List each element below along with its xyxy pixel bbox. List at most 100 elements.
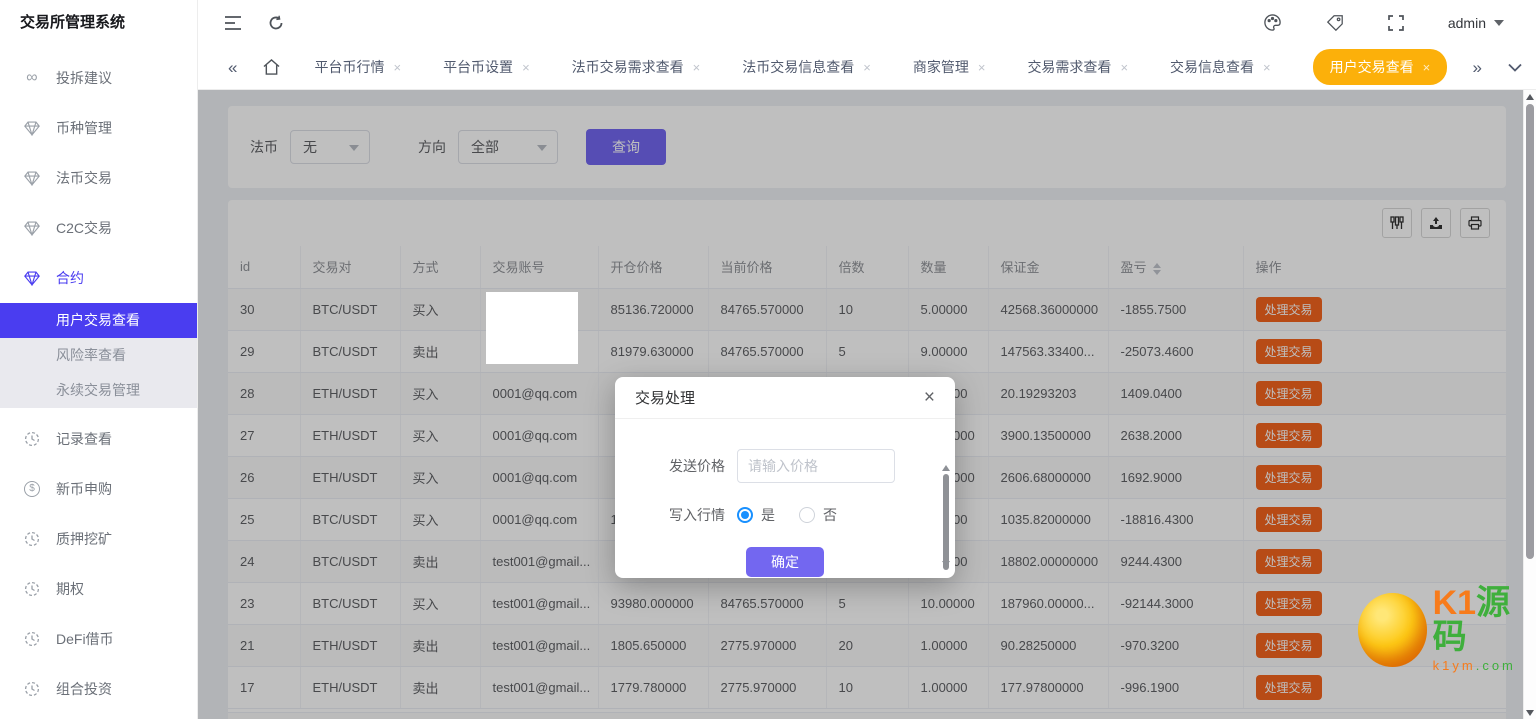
tab-label: 平台币设置 — [443, 57, 513, 77]
user-menu[interactable]: admin — [1448, 15, 1504, 31]
tab-item[interactable]: 平台币行情 × — [314, 57, 401, 77]
collapse-sidebar-icon[interactable] — [224, 16, 242, 30]
tab-label: 平台币行情 — [314, 57, 384, 77]
main-content: 法币 无 方向 全部 查询 — [198, 90, 1536, 719]
gem-icon — [22, 171, 42, 186]
sidebar-item-c2c-trade[interactable]: C2C交易 — [0, 203, 197, 253]
write-quote-label: 写入行情 — [615, 505, 737, 525]
tab-item[interactable]: 商家管理 × — [913, 57, 986, 77]
tab-item[interactable]: 法币交易信息查看 × — [742, 57, 871, 77]
radio-yes[interactable]: 是 — [737, 505, 775, 525]
infinity-icon: ∞ — [22, 69, 42, 87]
radio-no[interactable]: 否 — [799, 505, 837, 525]
sidebar-item-label: 质押挖矿 — [56, 529, 112, 549]
trade-process-dialog: 交易处理 × 发送价格 写入行情 是 否 — [615, 377, 955, 578]
scroll-down-icon[interactable] — [942, 561, 950, 567]
tabs-menu-chevron-icon[interactable] — [1508, 63, 1522, 72]
top-header: admin — [198, 0, 1536, 45]
scroll-up-icon[interactable] — [942, 465, 950, 471]
history-icon — [22, 631, 42, 647]
close-icon[interactable]: × — [1263, 60, 1271, 75]
sidebar-item-label: 合约 — [56, 268, 84, 288]
sidebar-item-complaints[interactable]: ∞ 投拆建议 — [0, 53, 197, 103]
sidebar-item-user-trade-view[interactable]: 用户交易查看 — [0, 303, 197, 338]
close-icon[interactable]: × — [1423, 60, 1431, 75]
app-title: 交易所管理系统 — [0, 0, 197, 45]
sidebar-item-label: C2C交易 — [56, 218, 112, 238]
tab-item[interactable]: 交易需求查看 × — [1027, 57, 1128, 77]
radio-no-label: 否 — [823, 505, 837, 525]
sidebar-item-label: 期权 — [56, 579, 84, 599]
tab-label: 商家管理 — [913, 57, 969, 77]
sidebar: 交易所管理系统 ∞ 投拆建议 币种管理 法币交易 C2C交易 — [0, 0, 198, 719]
sidebar-item-contract[interactable]: 合约 — [0, 253, 197, 303]
send-price-label: 发送价格 — [615, 456, 737, 476]
refresh-icon[interactable] — [268, 15, 284, 31]
sidebar-item-options[interactable]: 期权 — [0, 564, 197, 614]
dialog-scrollbar[interactable] — [942, 465, 950, 567]
close-icon[interactable]: × — [924, 388, 935, 407]
page-scrollbar[interactable] — [1523, 90, 1536, 719]
home-icon[interactable] — [263, 59, 280, 75]
sidebar-item-new-coin[interactable]: $ 新币申购 — [0, 464, 197, 514]
sidebar-item-records[interactable]: 记录查看 — [0, 414, 197, 464]
theme-palette-icon[interactable] — [1263, 13, 1282, 32]
radio-unselected-icon — [799, 507, 815, 523]
scroll-up-icon[interactable] — [1526, 94, 1534, 100]
tab-label: 交易信息查看 — [1170, 57, 1254, 77]
sidebar-item-fiat-trade[interactable]: 法币交易 — [0, 153, 197, 203]
tab-item[interactable]: 法币交易需求查看 × — [572, 57, 701, 77]
scrollbar-thumb[interactable] — [1526, 104, 1534, 559]
history-icon — [22, 431, 42, 447]
watermark-domain: k1ym.com — [1433, 658, 1536, 673]
contract-submenu: 用户交易查看 风险率查看 永续交易管理 — [0, 303, 197, 408]
chevron-down-icon — [1494, 20, 1504, 26]
dialog-title: 交易处理 — [635, 387, 695, 408]
watermark: K1源码 k1ym.com — [1358, 586, 1536, 673]
tab-label: 法币交易需求查看 — [572, 57, 684, 77]
sidebar-item-label: 法币交易 — [56, 168, 112, 188]
close-icon[interactable]: × — [1120, 60, 1128, 75]
tag-icon[interactable] — [1326, 14, 1344, 32]
dialog-body: 发送价格 写入行情 是 否 确定 — [615, 419, 955, 577]
history-icon — [22, 531, 42, 547]
close-icon[interactable]: × — [693, 60, 701, 75]
tab-item[interactable]: 交易信息查看 × — [1170, 57, 1271, 77]
sidebar-item-label: 币种管理 — [56, 118, 112, 138]
sidebar-item-risk-rate-view[interactable]: 风险率查看 — [0, 338, 197, 373]
dialog-header: 交易处理 × — [615, 377, 955, 419]
confirm-button[interactable]: 确定 — [746, 547, 824, 577]
username: admin — [1448, 15, 1486, 31]
gem-icon — [22, 221, 42, 236]
sidebar-item-portfolio[interactable]: 组合投资 — [0, 664, 197, 714]
sidebar-item-staking[interactable]: 质押挖矿 — [0, 514, 197, 564]
tab-item[interactable]: 用户交易查看 × — [1313, 49, 1448, 85]
gem-icon — [22, 121, 42, 136]
tab-label: 交易需求查看 — [1027, 57, 1111, 77]
close-icon[interactable]: × — [978, 60, 986, 75]
scrollbar-thumb[interactable] — [943, 474, 949, 570]
tabs-scroll-left-icon[interactable]: « — [228, 59, 237, 76]
fullscreen-icon[interactable] — [1388, 15, 1404, 31]
tab-item[interactable]: 平台币设置 × — [443, 57, 530, 77]
tab-bar: « 平台币行情 × 平台币设置 × 法币交易需求查看 × 法币交易信息查看 × … — [198, 45, 1536, 90]
history-icon — [22, 681, 42, 697]
watermark-logo-icon — [1358, 593, 1427, 667]
sidebar-item-perpetual-management[interactable]: 永续交易管理 — [0, 373, 197, 408]
tabs-scroll-right-icon[interactable]: » — [1473, 59, 1482, 76]
sidebar-item-label: 新币申购 — [56, 479, 112, 499]
close-icon[interactable]: × — [863, 60, 871, 75]
sidebar-item-label: 记录查看 — [56, 429, 112, 449]
watermark-brand: K1源码 — [1433, 586, 1536, 654]
radio-selected-icon — [737, 507, 753, 523]
scroll-down-icon[interactable] — [1526, 710, 1534, 716]
sidebar-item-label: DeFi借币 — [56, 629, 114, 649]
close-icon[interactable]: × — [522, 60, 530, 75]
tab-label: 用户交易查看 — [1330, 57, 1414, 77]
radio-yes-label: 是 — [761, 505, 775, 525]
send-price-input[interactable] — [737, 449, 895, 483]
close-icon[interactable]: × — [393, 60, 401, 75]
history-icon — [22, 581, 42, 597]
sidebar-item-coin-management[interactable]: 币种管理 — [0, 103, 197, 153]
sidebar-item-defi-lending[interactable]: DeFi借币 — [0, 614, 197, 664]
